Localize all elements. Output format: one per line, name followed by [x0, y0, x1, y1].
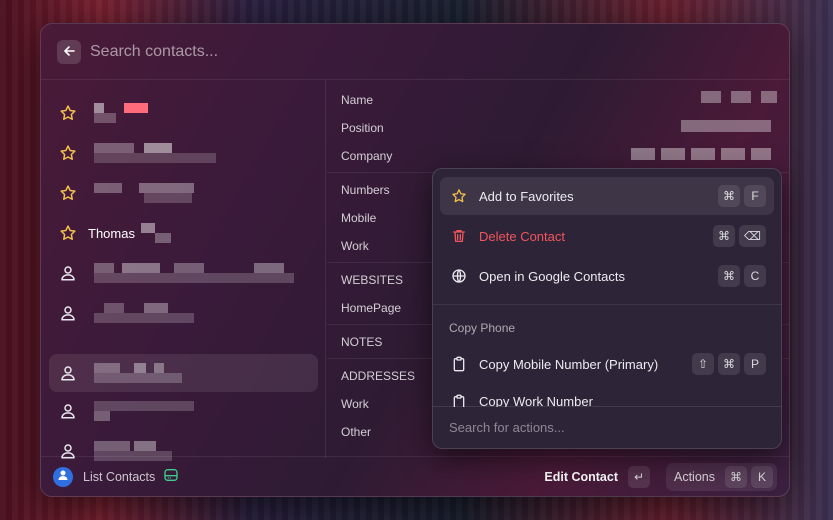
shift-key: ⇧: [692, 353, 714, 375]
back-button[interactable]: [57, 39, 81, 64]
f-key: F: [744, 185, 766, 207]
actions-menu: Add to Favorites ⌘ F Delete Contact ⌘ ⌫ …: [432, 168, 782, 449]
actions-search-bar: [433, 406, 781, 448]
person-icon: [58, 263, 78, 283]
actions-label: Actions: [674, 469, 715, 484]
menu-item-label: Copy Mobile Number (Primary): [479, 356, 659, 372]
person-icon: [58, 401, 78, 421]
company-label: Company: [341, 149, 393, 163]
shortcut: ⇧ ⌘ P: [692, 353, 766, 375]
position-label: Position: [341, 121, 384, 135]
p-key: P: [744, 353, 766, 375]
menu-item-add-favorites[interactable]: Add to Favorites ⌘ F: [440, 177, 774, 215]
redacted-name: [94, 143, 216, 163]
search-bar: [41, 24, 789, 80]
edit-contact-label: Edit Contact: [544, 469, 618, 484]
redacted-name: [94, 103, 156, 123]
addresses-header: ADDRESSES: [341, 369, 416, 383]
redacted-name-value: [701, 91, 777, 103]
star-icon: [58, 143, 78, 163]
list-item[interactable]: [49, 134, 318, 172]
shortcut: ⌘ ⌫: [713, 225, 766, 247]
address-other-label: Other: [341, 425, 372, 439]
menu-item-label: Open in Google Contacts: [479, 268, 625, 284]
list-contacts-label: List Contacts: [83, 469, 156, 484]
list-item[interactable]: [49, 254, 318, 292]
name-label: Name: [341, 93, 374, 107]
redacted-name: [94, 363, 184, 383]
redacted-name: [94, 401, 194, 421]
list-item[interactable]: [49, 94, 318, 132]
notes-header: NOTES: [341, 335, 383, 349]
star-icon: [58, 103, 78, 123]
clipboard-icon: [451, 356, 467, 372]
command-key: ⌘: [718, 265, 740, 287]
search-input[interactable]: [90, 42, 690, 61]
enter-key: ↵: [628, 465, 650, 488]
shortcut: ⌘ C: [718, 265, 766, 287]
footer-bar: List Contacts Edit Contact ↵ Actions ⌘ K: [41, 456, 789, 496]
command-key: ⌘: [718, 353, 740, 375]
command-key: ⌘: [725, 465, 747, 488]
list-item[interactable]: [49, 392, 318, 430]
divider: [433, 304, 781, 305]
redacted-name: [94, 303, 194, 323]
work-label: Work: [341, 239, 369, 253]
actions-button[interactable]: Actions ⌘ K: [666, 462, 777, 491]
redacted-name: [140, 223, 171, 243]
globe-icon: [451, 268, 467, 284]
menu-item-copy-work[interactable]: Copy Work Number: [440, 385, 774, 407]
copy-phone-header: Copy Phone: [449, 321, 516, 335]
shortcut: ⌘ F: [718, 185, 766, 207]
k-key: K: [751, 465, 773, 488]
numbers-label: Numbers: [341, 183, 390, 197]
menu-item-label: Add to Favorites: [479, 188, 574, 204]
homepage-label: HomePage: [341, 301, 402, 315]
actions-search-input[interactable]: [449, 420, 749, 435]
websites-header: WEBSITES: [341, 273, 404, 287]
star-icon: [58, 183, 78, 203]
menu-item-open-google[interactable]: Open in Google Contacts ⌘ C: [440, 257, 774, 295]
c-key: C: [744, 265, 766, 287]
avatar: [53, 466, 73, 487]
command-key: ⌘: [713, 225, 736, 247]
backspace-key: ⌫: [739, 225, 766, 247]
person-icon: [58, 303, 78, 323]
person-icon: [58, 363, 78, 383]
mobile-label: Mobile: [341, 211, 377, 225]
menu-item-copy-mobile[interactable]: Copy Mobile Number (Primary) ⇧ ⌘ P: [440, 345, 774, 383]
list-item[interactable]: [49, 294, 318, 332]
edit-contact-button[interactable]: Edit Contact ↵: [544, 465, 650, 488]
list-item[interactable]: [49, 174, 318, 212]
command-key: ⌘: [718, 185, 740, 207]
redacted-position-value: [681, 120, 771, 132]
contact-list: Thomas: [41, 80, 326, 461]
star-icon: [58, 223, 78, 243]
arrow-left-icon: [63, 44, 75, 60]
star-icon: [451, 188, 467, 204]
address-work-label: Work: [341, 397, 369, 411]
list-item[interactable]: Thomas: [49, 214, 318, 252]
list-item[interactable]: [49, 354, 318, 392]
redacted-company-value: [631, 148, 771, 160]
redacted-name: [94, 263, 294, 283]
drive-icon: [163, 467, 179, 486]
trash-icon: [451, 228, 467, 244]
contact-name: Thomas: [88, 225, 135, 241]
menu-item-label: Delete Contact: [479, 228, 565, 244]
redacted-name: [94, 183, 194, 203]
menu-item-delete-contact[interactable]: Delete Contact ⌘ ⌫: [440, 217, 774, 255]
user-icon: [57, 469, 69, 484]
